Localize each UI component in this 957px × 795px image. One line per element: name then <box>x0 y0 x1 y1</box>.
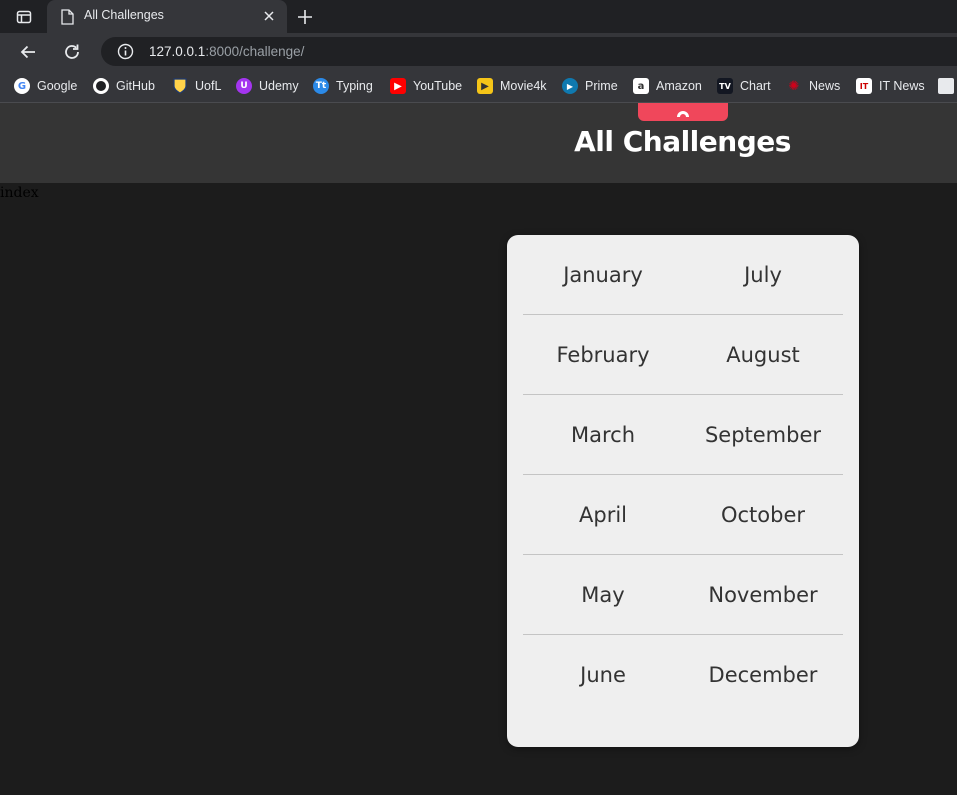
bookmark-youtube[interactable]: ▶ YouTube <box>390 76 462 96</box>
page-title: All Challenges <box>574 125 791 158</box>
google-icon: G <box>14 78 30 94</box>
bookmark-movie4k[interactable]: ▶ Movie4k <box>477 76 547 96</box>
bookmark-label: Prime <box>585 79 618 93</box>
month-link-february[interactable]: February <box>523 315 683 395</box>
bookmark-label: GitHub <box>116 79 155 93</box>
bookmark-label: Chart <box>740 79 771 93</box>
bookmark-uofl[interactable]: UofL <box>172 76 221 96</box>
months-list: January February March April May June July Augu… <box>523 235 843 715</box>
bookmark-label: Typing <box>336 79 373 93</box>
new-tab-icon[interactable] <box>295 7 315 27</box>
bookmark-label: Google <box>37 79 78 93</box>
bookmark-label: IT News <box>879 79 925 93</box>
reload-icon[interactable] <box>60 40 84 64</box>
bookmark-it-news[interactable]: IT IT News <box>856 76 925 96</box>
bookmark-overflow-icon[interactable] <box>938 78 954 94</box>
bookmark-label: Udemy <box>259 79 299 93</box>
page-header: All Challenges <box>0 103 957 183</box>
bookmark-chart[interactable]: TV Chart <box>717 76 771 96</box>
month-link-may[interactable]: May <box>523 555 683 635</box>
page-icon <box>60 9 74 29</box>
bookmark-amazon[interactable]: a Amazon <box>633 76 702 96</box>
url-host: 127.0.0.1 <box>149 44 206 59</box>
prime-icon: ▶ <box>562 78 578 94</box>
logo-tab <box>638 103 728 121</box>
github-icon <box>93 78 109 94</box>
bookmark-label: Movie4k <box>500 79 547 93</box>
cbc-icon: ✺ <box>788 78 800 94</box>
bookmark-google[interactable]: G Google <box>14 76 77 96</box>
page-viewport: All Challenges index January February Marc… <box>0 103 957 795</box>
address-bar[interactable]: 127.0.0.1:8000/challenge/ <box>101 37 957 66</box>
bookmark-label: YouTube <box>413 79 463 93</box>
months-card: January February March April May June July Augu… <box>507 235 859 747</box>
bookmark-label: UofL <box>195 79 222 93</box>
youtube-icon: ▶ <box>390 78 406 94</box>
tradingview-icon: TV <box>717 78 733 94</box>
itnews-icon: IT <box>856 78 872 94</box>
amazon-icon: a <box>633 78 649 94</box>
month-link-december[interactable]: December <box>683 635 843 715</box>
bookmark-news[interactable]: ✺ News <box>786 76 841 96</box>
month-link-july[interactable]: July <box>683 235 843 315</box>
shield-icon <box>172 78 188 94</box>
udemy-icon: U <box>236 78 252 94</box>
bookmark-label: Amazon <box>656 79 702 93</box>
browser-toolbar: 127.0.0.1:8000/challenge/ <box>0 33 957 70</box>
url-path: :8000/challenge/ <box>205 44 305 59</box>
close-tab-icon[interactable] <box>261 8 277 24</box>
month-link-january[interactable]: January <box>523 235 683 315</box>
logo-icon <box>675 103 691 122</box>
typing-icon: Tt <box>313 78 329 94</box>
bookmark-typing[interactable]: Tt Typing <box>313 76 373 96</box>
tab-search-icon[interactable] <box>8 6 40 28</box>
month-link-october[interactable]: October <box>683 475 843 555</box>
site-info-icon[interactable] <box>117 43 134 64</box>
browser-tab-bar: All Challenges <box>0 0 957 33</box>
bookmarks-bar: G Google GitHub UofL U Udemy Tt Typing ▶ YouTube ▶… <box>0 70 957 103</box>
bookmark-label: News <box>809 79 841 93</box>
bookmark-udemy[interactable]: U Udemy <box>236 76 299 96</box>
index-text: index <box>0 185 39 201</box>
month-link-april[interactable]: April <box>523 475 683 555</box>
month-link-november[interactable]: November <box>683 555 843 635</box>
url-text: 127.0.0.1:8000/challenge/ <box>149 44 304 59</box>
browser-tab[interactable]: All Challenges <box>47 0 287 33</box>
back-arrow-icon[interactable] <box>16 40 40 64</box>
month-link-march[interactable]: March <box>523 395 683 475</box>
play-icon: ▶ <box>477 78 493 94</box>
month-link-september[interactable]: September <box>683 395 843 475</box>
bookmark-github[interactable]: GitHub <box>93 76 155 96</box>
tab-title: All Challenges <box>84 8 164 22</box>
month-link-august[interactable]: August <box>683 315 843 395</box>
bookmark-prime[interactable]: ▶ Prime <box>562 76 618 96</box>
month-link-june[interactable]: June <box>523 635 683 715</box>
